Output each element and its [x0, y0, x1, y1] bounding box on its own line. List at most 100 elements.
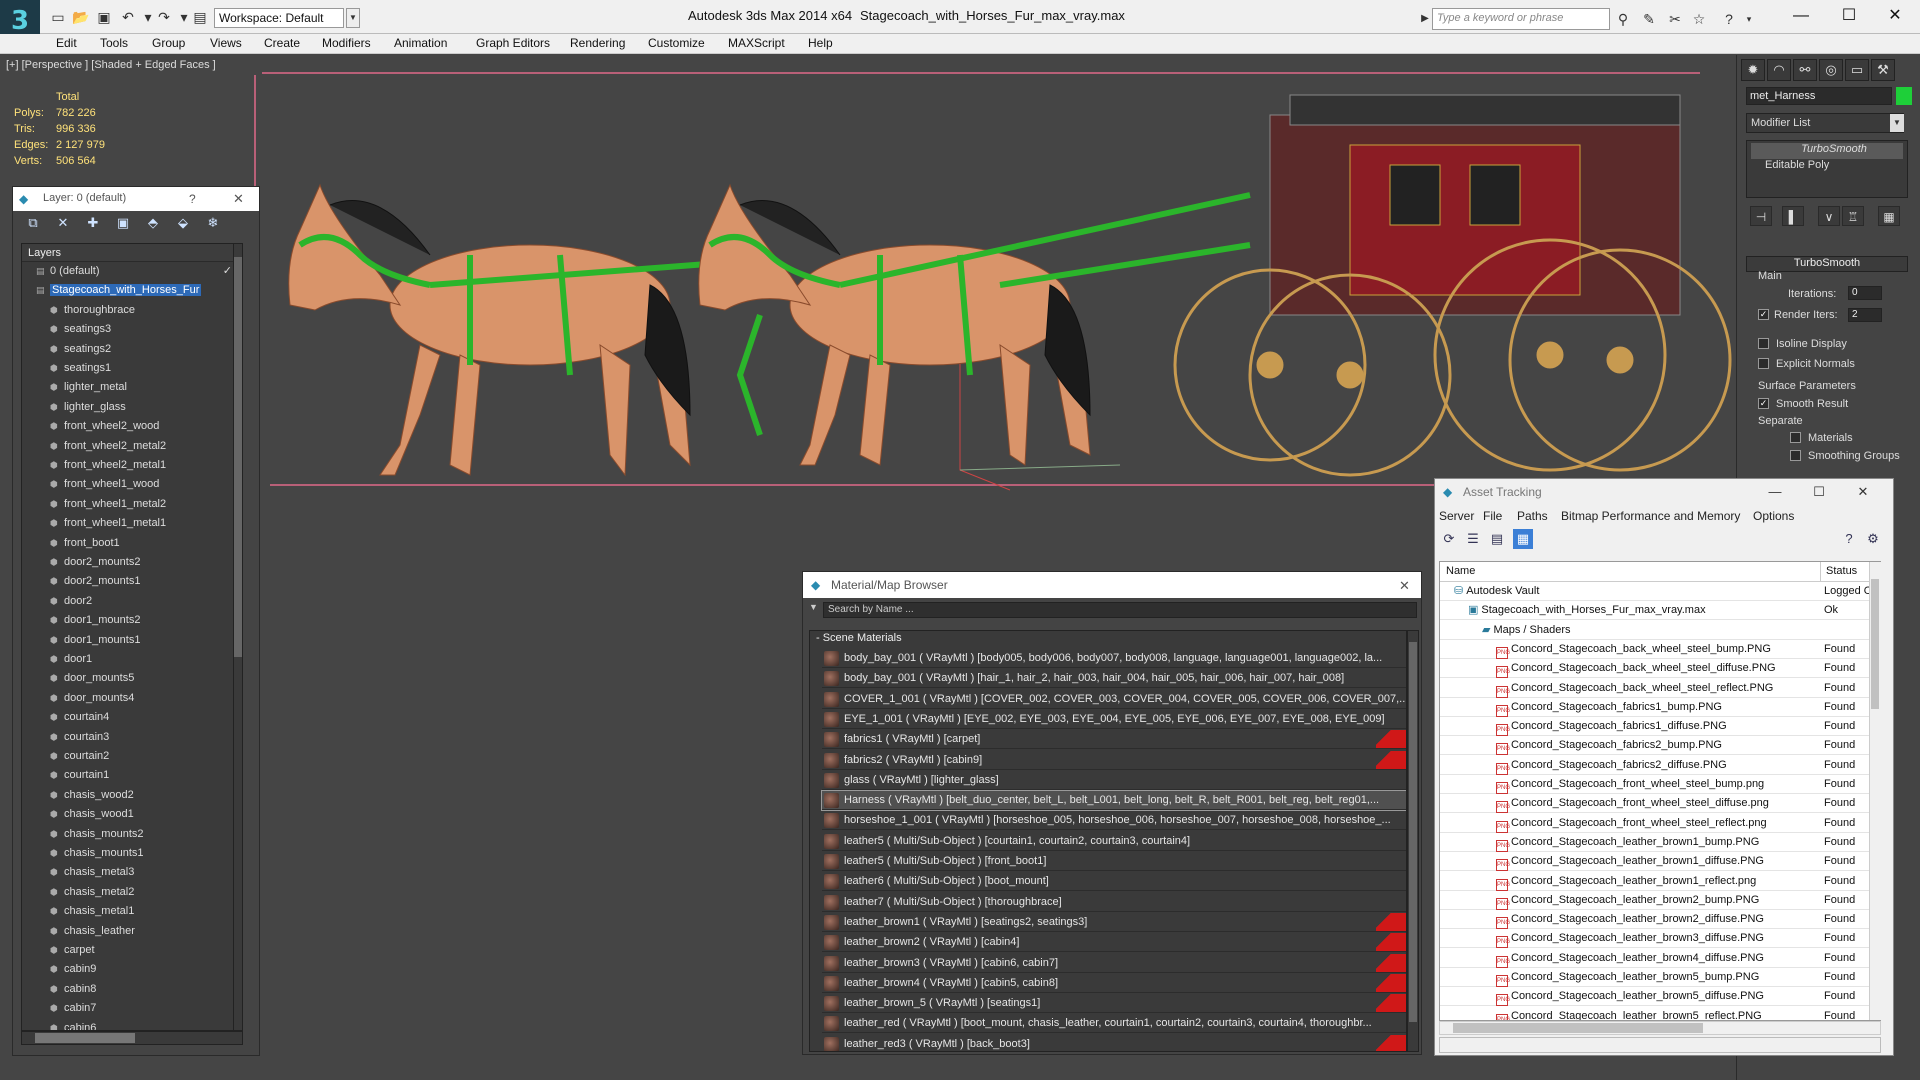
asset-row[interactable]: PNGConcord_Stagecoach_back_wheel_steel_b… — [1440, 640, 1870, 659]
asset-menu-paths[interactable]: Paths — [1517, 509, 1548, 523]
layer-row[interactable]: ⬢ door1 — [22, 650, 236, 669]
favorites-star-icon[interactable]: ☆ — [1690, 10, 1708, 28]
asset-menu-server[interactable]: Server — [1439, 509, 1474, 523]
layer-row[interactable]: ⬢ door2 — [22, 592, 236, 611]
asset-row[interactable]: ▣ Stagecoach_with_Horses_Fur_max_vray.max… — [1440, 601, 1870, 621]
material-row[interactable]: leather_red ( VRayMtl ) [boot_mount, cha… — [822, 1014, 1406, 1034]
material-row[interactable]: leather_brown3 ( VRayMtl ) [cabin6, cabi… — [822, 953, 1406, 973]
layer-row[interactable]: ⬢ door_mounts5 — [22, 669, 236, 688]
modifier-list-dropdown[interactable]: Modifier List — [1746, 113, 1904, 133]
make-unique-icon[interactable]: ∨ — [1818, 206, 1840, 226]
asset-row[interactable]: PNGConcord_Stagecoach_fabrics2_bump.PNG F… — [1440, 736, 1870, 756]
layer-row[interactable]: ⬢ courtain4 — [22, 708, 236, 727]
material-row[interactable]: fabrics2 ( VRayMtl ) [cabin9] — [822, 750, 1406, 770]
material-vertical-scroll-thumb[interactable] — [1409, 642, 1417, 1022]
active-layer-check-icon[interactable]: ✓ — [223, 262, 232, 281]
menu-edit[interactable]: Edit — [56, 36, 77, 50]
layer-row[interactable]: ⬢ cabin8 — [22, 980, 236, 999]
layer-row[interactable]: ⬢ seatings1 — [22, 359, 236, 378]
refresh-icon[interactable]: ⟳ — [1439, 529, 1459, 549]
layer-row[interactable]: ⬢ cabin7 — [22, 999, 236, 1018]
scene-materials-group-header[interactable]: - Scene Materials — [810, 631, 1406, 647]
layer-row[interactable]: ⬢ front_wheel2_metal1 — [22, 456, 236, 475]
material-row[interactable]: leather5 ( Multi/Sub-Object ) [front_boo… — [822, 852, 1406, 871]
material-browser-close-icon[interactable]: ✕ — [1399, 578, 1410, 594]
layer-row[interactable]: ⬢ courtain3 — [22, 728, 236, 747]
explicit-normals-checkbox[interactable] — [1758, 358, 1769, 369]
communication-center-icon[interactable]: ✂ — [1666, 10, 1684, 28]
binoculars-icon[interactable]: ⚲ — [1614, 10, 1632, 28]
workspace-dropdown-arrow-icon[interactable]: ▼ — [346, 8, 360, 28]
material-row[interactable]: COVER_1_001 ( VRayMtl ) [COVER_002, COVE… — [822, 690, 1406, 709]
add-to-layer-icon[interactable]: ✚ — [83, 215, 103, 233]
layer-row[interactable]: ⬢ chasis_metal2 — [22, 883, 236, 902]
asset-vertical-scroll-thumb[interactable] — [1871, 579, 1879, 709]
redo-icon[interactable]: ↷ — [156, 9, 172, 25]
motion-tab-icon[interactable]: ◎ — [1819, 59, 1843, 81]
render-iters-checkbox[interactable]: ✓ — [1758, 309, 1769, 320]
material-search-input[interactable]: Search by Name ... — [823, 602, 1417, 618]
asset-row[interactable]: PNGConcord_Stagecoach_front_wheel_steel_… — [1440, 794, 1870, 814]
asset-help-icon[interactable]: ? — [1839, 529, 1859, 549]
layer-row[interactable]: ⬢ cabin6 — [22, 1019, 236, 1030]
asset-maximize-icon[interactable]: ☐ — [1799, 479, 1839, 505]
layer-row[interactable]: ⬢ door2_mounts1 — [22, 572, 236, 591]
layer-row[interactable]: ⬢ courtain1 — [22, 766, 236, 785]
configure-modifier-sets-icon[interactable]: ▦ — [1878, 206, 1900, 226]
asset-row[interactable]: PNGConcord_Stagecoach_back_wheel_steel_r… — [1440, 679, 1870, 698]
asset-horizontal-scroll-thumb[interactable] — [1453, 1023, 1703, 1033]
keyword-search-input[interactable]: Type a keyword or phrase — [1432, 8, 1610, 30]
asset-row[interactable]: ▰ Maps / Shaders — [1440, 621, 1870, 640]
material-row[interactable]: leather_brown1 ( VRayMtl ) [seatings2, s… — [822, 912, 1406, 932]
help-icon[interactable]: ? — [1720, 10, 1738, 28]
create-tab-icon[interactable]: ✹ — [1741, 59, 1765, 81]
hide-layers-icon[interactable]: ⬙ — [173, 215, 193, 233]
material-row[interactable]: leather_red3 ( VRayMtl ) [back_boot3] — [822, 1034, 1406, 1051]
layer-row[interactable]: ⬢ chasis_wood2 — [22, 786, 236, 805]
undo-dropdown-icon[interactable]: ▾ — [140, 9, 156, 25]
asset-row[interactable]: PNGConcord_Stagecoach_front_wheel_steel_… — [1440, 814, 1870, 833]
layer-horizontal-scroll-thumb[interactable] — [35, 1033, 135, 1043]
asset-close-icon[interactable]: ✕ — [1843, 479, 1883, 505]
asset-row[interactable]: PNGConcord_Stagecoach_leather_brown5_dif… — [1440, 987, 1870, 1007]
asset-row[interactable]: PNGConcord_Stagecoach_leather_brown1_bum… — [1440, 833, 1870, 852]
layer-row[interactable]: ⬢ chasis_mounts2 — [22, 825, 236, 844]
menu-graph-editors[interactable]: Graph Editors — [476, 36, 550, 50]
table-view-icon[interactable]: ▦ — [1513, 529, 1533, 549]
undo-icon[interactable]: ↶ — [120, 9, 136, 25]
layer-row[interactable]: ⬢ front_wheel1_metal1 — [22, 514, 236, 533]
redo-dropdown-icon[interactable]: ▾ — [176, 9, 192, 25]
asset-row[interactable]: PNGConcord_Stagecoach_leather_brown4_dif… — [1440, 949, 1870, 968]
materials-checkbox[interactable] — [1790, 432, 1801, 443]
render-iters-spinner[interactable]: 2 — [1848, 308, 1882, 322]
asset-row[interactable]: PNGConcord_Stagecoach_front_wheel_steel_… — [1440, 775, 1870, 794]
select-objects-icon[interactable]: ▣ — [113, 215, 133, 233]
asset-settings-icon[interactable]: ⚙ — [1863, 529, 1883, 549]
delete-layer-icon[interactable]: ✕ — [53, 215, 73, 233]
layer-row[interactable]: ⬢ lighter_glass — [22, 398, 236, 417]
material-row[interactable]: glass ( VRayMtl ) [lighter_glass] — [822, 771, 1406, 790]
layer-row[interactable]: ⬢ carpet — [22, 941, 236, 960]
iterations-spinner[interactable]: 0 — [1848, 286, 1882, 300]
layer-row[interactable]: ⬢ chasis_mounts1 — [22, 844, 236, 863]
asset-row[interactable]: PNGConcord_Stagecoach_fabrics2_diffuse.P… — [1440, 756, 1870, 775]
menu-customize[interactable]: Customize — [648, 36, 705, 50]
minimize-icon[interactable]: — — [1778, 0, 1824, 32]
menu-views[interactable]: Views — [210, 36, 242, 50]
material-row[interactable]: leather_brown4 ( VRayMtl ) [cabin5, cabi… — [822, 973, 1406, 993]
layer-row[interactable]: ⬢ front_boot1 — [22, 534, 236, 553]
layer-row[interactable]: ⬢ cabin9 — [22, 960, 236, 979]
material-row[interactable]: leather6 ( Multi/Sub-Object ) [boot_moun… — [822, 872, 1406, 892]
asset-row[interactable]: PNGConcord_Stagecoach_leather_brown2_dif… — [1440, 910, 1870, 930]
asset-row[interactable]: ⛁ Autodesk Vault Logged O — [1440, 582, 1872, 601]
new-file-icon[interactable]: ▭ — [50, 9, 66, 25]
material-row[interactable]: Harness ( VRayMtl ) [belt_duo_center, be… — [821, 790, 1406, 812]
project-folder-icon[interactable]: ▤ — [192, 9, 208, 25]
layer-row[interactable]: ⬢ door2_mounts2 — [22, 553, 236, 572]
stack-item-editable-poly[interactable]: Editable Poly — [1751, 159, 1903, 175]
layer-vertical-scroll-thumb[interactable] — [234, 257, 242, 657]
material-row[interactable]: leather_brown_5 ( VRayMtl ) [seatings1] — [822, 994, 1406, 1014]
help-dropdown-icon[interactable]: ▾ — [1740, 10, 1758, 28]
show-end-result-icon[interactable]: ▌ — [1782, 206, 1804, 226]
asset-menu-file[interactable]: File — [1483, 509, 1502, 523]
